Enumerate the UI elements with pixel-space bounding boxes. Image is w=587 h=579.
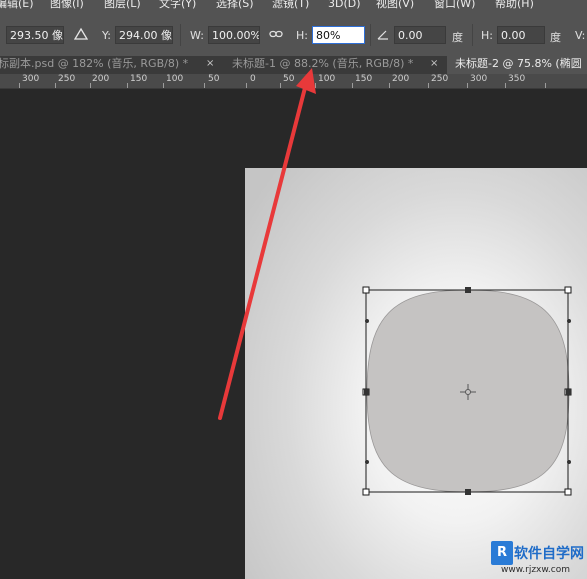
anchor-bottom [465,489,471,495]
handle-bottom-right [564,488,572,496]
handle-top-right [564,286,572,294]
watermark-url: www.rjzxw.com [501,565,570,575]
handle-top-left [362,286,370,294]
control-point [567,460,571,464]
anchor-right [566,389,571,395]
handle-bottom-left [362,488,370,496]
watermark-logo: R [491,541,513,565]
control-point [365,319,369,323]
watermark-title: 软件自学网 [514,546,584,562]
control-point [365,460,369,464]
annotation-arrow [218,68,316,420]
anchor-left [364,389,369,395]
canvas-overlay [218,68,572,496]
site-watermark: R 软件自学网 www.rjzxw.com [491,541,584,575]
anchor-top [465,287,471,293]
control-point [567,319,571,323]
rounded-shape [366,289,570,493]
